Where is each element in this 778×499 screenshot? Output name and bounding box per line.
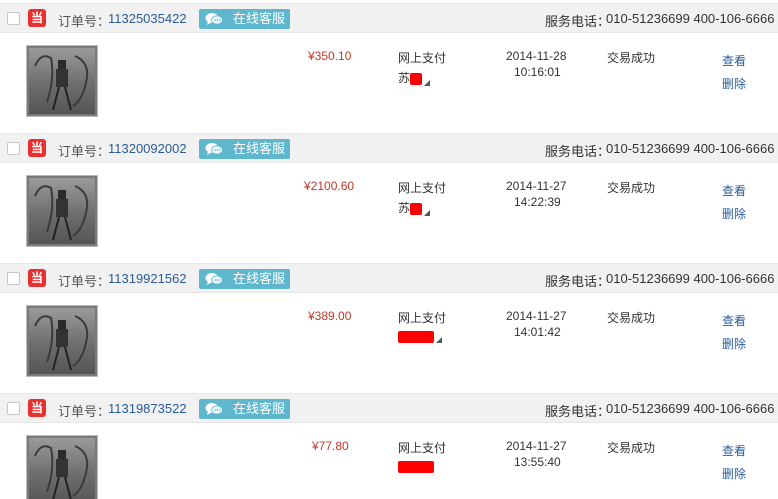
order-number[interactable]: 11320092002	[108, 141, 187, 156]
delete-order-link[interactable]: 删除	[722, 205, 746, 222]
view-order-link[interactable]: 查看	[722, 442, 746, 459]
service-phone-label: 服务电话：	[545, 274, 611, 289]
shop-icon: 当	[28, 139, 46, 157]
payment-method: 网上支付	[398, 51, 447, 65]
delete-order-link[interactable]: 删除	[722, 75, 746, 92]
order-price: ¥2100.60	[304, 179, 355, 193]
chat-bubbles-icon	[205, 403, 223, 415]
redaction-mark	[410, 72, 423, 85]
order-status: 交易成功	[607, 51, 656, 65]
service-phone-label: 服务电话：	[545, 14, 611, 29]
buyer-name[interactable]: 苏	[398, 69, 431, 86]
order-select-checkbox[interactable]	[7, 402, 20, 415]
album-cover-image	[29, 48, 95, 114]
shop-icon: 当	[28, 269, 46, 287]
dropdown-triangle-icon	[424, 80, 431, 86]
delete-order-link[interactable]: 删除	[722, 465, 746, 482]
order-select-checkbox[interactable]	[7, 12, 20, 25]
order-card: 当 订单号： 11319873522 在线客服 服务电话： 010-512366…	[0, 393, 778, 499]
order-time: 13:55:40	[514, 455, 561, 469]
order-number[interactable]: 11319873522	[108, 401, 187, 416]
chat-bubbles-icon	[205, 143, 223, 155]
order-time: 14:22:39	[514, 195, 561, 209]
payment-method: 网上支付	[398, 311, 447, 325]
order-number[interactable]: 11325035422	[108, 11, 187, 26]
album-figure-icon	[34, 315, 89, 371]
dropdown-triangle-icon	[424, 210, 431, 216]
album-figure-icon	[34, 445, 89, 499]
view-order-link[interactable]: 查看	[722, 182, 746, 199]
online-customer-service-button[interactable]: 在线客服	[199, 9, 290, 29]
order-date: 2014-11-27	[506, 309, 567, 323]
album-figure-icon	[34, 55, 89, 111]
order-price: ¥77.80	[312, 439, 349, 453]
product-thumbnail[interactable]	[26, 435, 98, 499]
order-status: 交易成功	[607, 181, 656, 195]
product-thumbnail[interactable]	[26, 305, 98, 377]
payment-method: 网上支付	[398, 181, 447, 195]
service-phone: 010-51236699 400-106-6666	[606, 271, 775, 286]
order-select-checkbox[interactable]	[7, 142, 20, 155]
order-date: 2014-11-27	[506, 439, 567, 453]
order-number-label: 订单号：	[58, 274, 111, 289]
delete-order-link[interactable]: 删除	[722, 335, 746, 352]
order-card: 当 订单号： 11320092002 在线客服 服务电话： 010-512366…	[0, 133, 778, 263]
service-phone: 010-51236699 400-106-6666	[606, 401, 775, 416]
customer-service-label: 在线客服	[233, 271, 286, 286]
album-figure-icon	[34, 185, 89, 241]
order-status: 交易成功	[607, 441, 656, 455]
order-date: 2014-11-28	[506, 49, 567, 63]
chat-bubbles-icon	[205, 13, 223, 25]
online-customer-service-button[interactable]: 在线客服	[199, 269, 290, 289]
buyer-name[interactable]	[398, 329, 442, 345]
service-phone-label: 服务电话：	[545, 404, 611, 419]
shop-icon: 当	[28, 9, 46, 27]
order-number-label: 订单号：	[58, 14, 111, 29]
buyer-name-prefix: 苏	[398, 71, 411, 85]
order-number-label: 订单号：	[58, 144, 111, 159]
customer-service-label: 在线客服	[233, 401, 286, 416]
order-number-label: 订单号：	[58, 404, 111, 419]
chat-bubbles-icon	[205, 273, 223, 285]
online-customer-service-button[interactable]: 在线客服	[199, 139, 290, 159]
order-time: 10:16:01	[514, 65, 561, 79]
dropdown-triangle-icon	[436, 337, 442, 343]
buyer-name[interactable]	[398, 459, 434, 475]
customer-service-label: 在线客服	[233, 141, 286, 156]
order-header: 当 订单号： 11325035422 在线客服 服务电话： 010-512366…	[0, 3, 778, 33]
order-select-checkbox[interactable]	[7, 272, 20, 285]
album-cover-image	[29, 308, 95, 374]
order-header: 当 订单号： 11319873522 在线客服 服务电话： 010-512366…	[0, 393, 778, 423]
album-cover-image	[29, 178, 95, 244]
order-header: 当 订单号： 11319921562 在线客服 服务电话： 010-512366…	[0, 263, 778, 293]
redaction-mark	[398, 460, 434, 473]
service-phone: 010-51236699 400-106-6666	[606, 141, 775, 156]
order-price: ¥350.10	[308, 49, 352, 63]
service-phone-label: 服务电话：	[545, 144, 611, 159]
order-date: 2014-11-27	[506, 179, 567, 193]
buyer-name[interactable]: 苏	[398, 199, 431, 216]
redaction-mark	[398, 330, 434, 343]
shop-icon: 当	[28, 399, 46, 417]
view-order-link[interactable]: 查看	[722, 312, 746, 329]
service-phone: 010-51236699 400-106-6666	[606, 11, 775, 26]
album-cover-image	[29, 438, 95, 499]
redaction-mark	[410, 202, 423, 215]
customer-service-label: 在线客服	[233, 11, 286, 26]
product-thumbnail[interactable]	[26, 45, 98, 117]
payment-method: 网上支付	[398, 441, 447, 455]
order-card: 当 订单号： 11319921562 在线客服 服务电话： 010-512366…	[0, 263, 778, 393]
order-price: ¥389.00	[308, 309, 352, 323]
view-order-link[interactable]: 查看	[722, 52, 746, 69]
order-header: 当 订单号： 11320092002 在线客服 服务电话： 010-512366…	[0, 133, 778, 163]
order-status: 交易成功	[607, 311, 656, 325]
order-time: 14:01:42	[514, 325, 561, 339]
order-card: 当 订单号： 11325035422 在线客服 服务电话： 010-512366…	[0, 3, 778, 133]
buyer-name-prefix: 苏	[398, 201, 411, 215]
order-number[interactable]: 11319921562	[108, 271, 187, 286]
product-thumbnail[interactable]	[26, 175, 98, 247]
online-customer-service-button[interactable]: 在线客服	[199, 399, 290, 419]
